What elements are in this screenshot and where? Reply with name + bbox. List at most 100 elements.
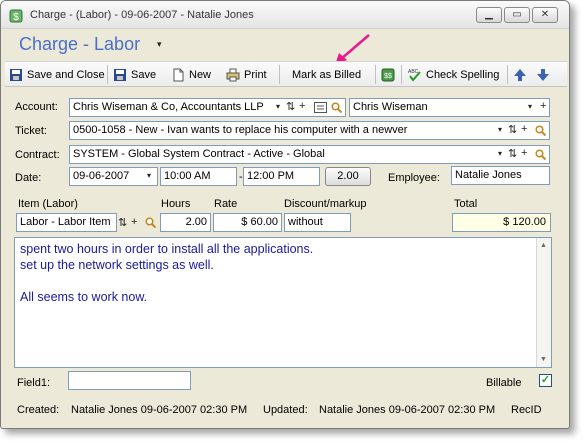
employee-value: Natalie Jones	[455, 169, 522, 181]
calculator-button[interactable]: $$	[381, 64, 395, 85]
notes-scrollbar[interactable]: ▲ ▼	[536, 238, 551, 367]
contract-value: SYSTEM - Global System Contract - Active…	[73, 148, 325, 160]
updated-value: Natalie Jones 09-06-2007 02:30 PM	[319, 404, 496, 416]
created-value: Natalie Jones 09-06-2007 02:30 PM	[71, 404, 248, 416]
new-label: New	[189, 68, 212, 81]
close-button[interactable]: ✕	[532, 7, 558, 23]
save-and-close-label: Save and Close	[27, 68, 105, 81]
contract-field[interactable]: SYSTEM - Global System Contract - Active…	[69, 145, 550, 164]
mark-as-billed-label: Mark as Billed	[292, 68, 362, 81]
contact-dropdown-icon[interactable]: ▾	[528, 102, 532, 111]
save-button[interactable]: Save	[113, 64, 156, 85]
billable-label: Billable	[486, 377, 522, 389]
account-card-icon[interactable]	[314, 102, 327, 113]
start-time-value: 10:00 AM	[164, 170, 211, 182]
account-search-icon[interactable]	[331, 102, 342, 113]
employee-label: Employee:	[388, 172, 440, 184]
contact-field[interactable]: Chris Wiseman	[349, 98, 550, 117]
charge-window: $ Charge - (Labor) - 09-06-2007 - Natali…	[0, 0, 570, 429]
contract-search-icon[interactable]	[535, 149, 546, 160]
next-record-button[interactable]	[536, 64, 550, 85]
contract-label: Contract:	[15, 149, 60, 161]
date-value: 09-06-2007	[73, 170, 130, 182]
date-field[interactable]: 09-06-2007	[69, 167, 158, 186]
heading-dropdown-icon[interactable]: ▾	[157, 39, 162, 50]
check-spelling-label: Check Spelling	[426, 68, 500, 81]
item-search-icon[interactable]	[145, 217, 156, 228]
printer-icon	[226, 68, 240, 81]
account-sort-icon[interactable]: ⇅	[286, 100, 295, 113]
account-label: Account:	[15, 101, 58, 113]
total-field: $ 120.00	[452, 213, 551, 232]
rate-field[interactable]: $ 60.00	[213, 213, 282, 232]
ticket-field[interactable]: 0500-1058 - New - Ivan wants to replace …	[69, 121, 550, 140]
rate-column-header: Rate	[214, 198, 238, 210]
new-button[interactable]: New	[171, 64, 211, 85]
scroll-up-arrow-icon[interactable]: ▲	[540, 242, 547, 249]
contract-dropdown-icon[interactable]: ▾	[498, 149, 502, 158]
ticket-sort-icon[interactable]: ⇅	[508, 123, 517, 136]
ticket-dropdown-icon[interactable]: ▾	[498, 125, 502, 134]
field1-label: Field1:	[17, 377, 51, 389]
item-column-header: Item (Labor)	[18, 198, 78, 210]
duration-button[interactable]: 2.00	[325, 167, 371, 186]
floppy-disk-icon	[114, 68, 126, 81]
mark-as-billed-button[interactable]: Mark as Billed	[292, 64, 361, 85]
discount-value: without	[288, 216, 323, 228]
duration-value: 2.00	[337, 170, 359, 182]
account-add-icon[interactable]: +	[299, 100, 305, 112]
toolbar-divider	[401, 65, 402, 84]
form-heading: Charge - Labor	[19, 34, 141, 54]
date-label: Date:	[15, 172, 42, 184]
account-value: Chris Wiseman & Co, Accountants LLP	[73, 101, 264, 113]
spell-check-icon: ABC	[408, 69, 421, 82]
title-bar: $ Charge - (Labor) - 09-06-2007 - Natali…	[1, 1, 569, 29]
svg-text:$: $	[13, 12, 19, 23]
contact-add-icon[interactable]: +	[540, 100, 546, 112]
billable-checkbox[interactable]: ✓	[539, 374, 552, 387]
arrow-up-icon	[514, 68, 526, 81]
item-sort-icon[interactable]: ⇅	[118, 216, 127, 229]
item-add-icon[interactable]: +	[131, 216, 137, 228]
toolbar-divider	[279, 65, 280, 84]
scroll-down-arrow-icon[interactable]: ▼	[540, 356, 547, 363]
hours-value: 2.00	[185, 216, 207, 228]
minimize-button[interactable]: ▁	[476, 7, 502, 23]
contract-add-icon[interactable]: +	[521, 147, 527, 159]
toolbar-divider	[107, 65, 108, 84]
discount-field[interactable]: without	[284, 213, 351, 232]
notes-textarea[interactable]: spent two hours in order to install all …	[14, 237, 552, 368]
toolbar-divider	[507, 65, 508, 84]
notes-text: spent two hours in order to install all …	[20, 242, 314, 304]
ticket-search-icon[interactable]	[535, 125, 546, 136]
save-label: Save	[131, 68, 157, 81]
hours-field[interactable]: 2.00	[160, 213, 211, 232]
start-time-field[interactable]: 10:00 AM	[160, 167, 237, 186]
end-time-field[interactable]: 12:00 PM	[243, 167, 320, 186]
print-button[interactable]: Print	[226, 64, 267, 85]
created-label: Created:	[17, 404, 60, 416]
previous-record-button[interactable]	[513, 64, 527, 85]
arrow-down-icon	[537, 68, 549, 81]
check-spelling-button[interactable]: ABC Check Spelling	[408, 64, 499, 85]
new-document-icon	[173, 68, 184, 81]
ticket-value: 0500-1058 - New - Ivan wants to replace …	[73, 124, 408, 136]
date-dropdown-icon[interactable]: ▾	[147, 171, 151, 180]
window-title: Charge - (Labor) - 09-06-2007 - Natalie …	[30, 9, 254, 21]
total-value: $ 120.00	[503, 216, 546, 228]
save-and-close-button[interactable]: Save and Close	[9, 64, 105, 85]
maximize-button[interactable]: ▭	[504, 7, 530, 23]
calculator-icon: $$	[381, 68, 395, 81]
app-icon: $	[9, 9, 23, 23]
item-value: Labor - Labor Item	[20, 216, 111, 228]
field1-input[interactable]	[68, 371, 191, 390]
ticket-add-icon[interactable]: +	[521, 123, 527, 135]
account-dropdown-icon[interactable]: ▾	[276, 102, 280, 111]
floppy-disk-icon	[10, 68, 22, 81]
contract-sort-icon[interactable]: ⇅	[508, 147, 517, 160]
toolbar-divider	[375, 65, 376, 84]
total-column-header: Total	[454, 198, 478, 210]
item-field[interactable]: Labor - Labor Item	[16, 213, 117, 232]
ticket-label: Ticket:	[15, 125, 47, 137]
employee-field[interactable]: Natalie Jones	[451, 166, 550, 185]
